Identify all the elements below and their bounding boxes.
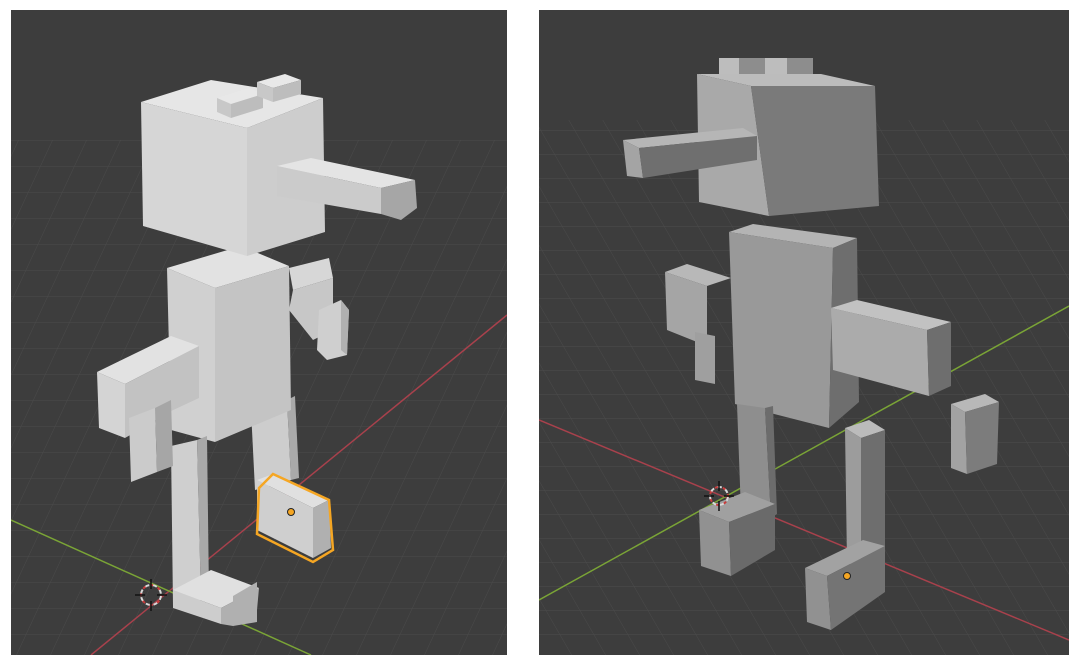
viewport-left[interactable] (11, 10, 507, 655)
viewport-right-canvas[interactable] (539, 10, 1069, 655)
origin-dot-icon (287, 508, 295, 516)
viewport-left-canvas[interactable] (11, 10, 507, 655)
origin-dot-icon (843, 572, 851, 580)
viewport-right[interactable] (539, 10, 1069, 655)
